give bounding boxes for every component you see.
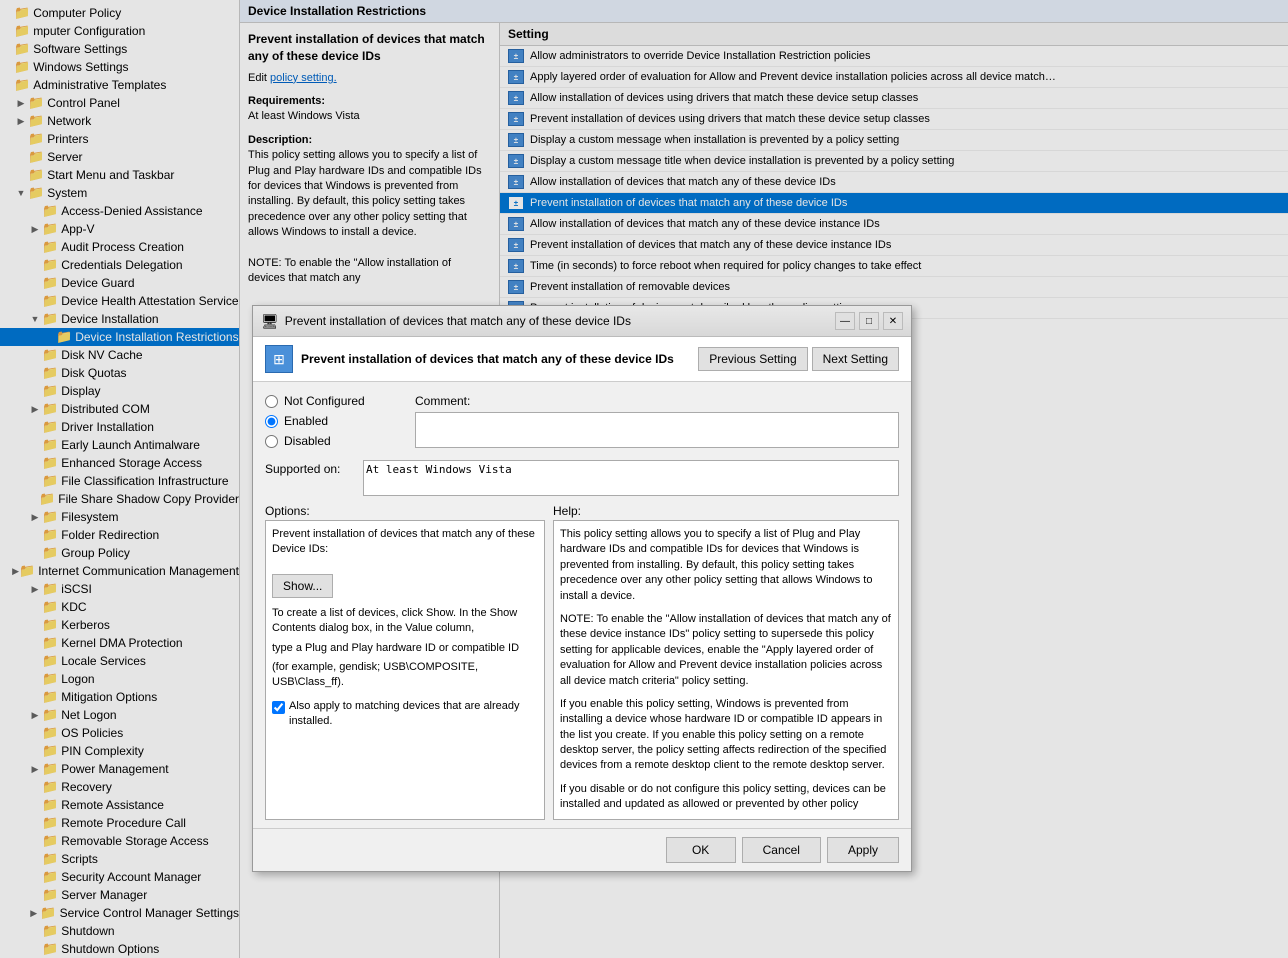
ok-btn[interactable]: OK xyxy=(666,837,736,863)
supported-section: Supported on: At least Windows Vista xyxy=(253,456,911,504)
radio-not-configured-label: Not Configured xyxy=(284,394,365,408)
modal-footer: OK Cancel Apply xyxy=(253,828,911,871)
options-text-2: To create a list of devices, click Show.… xyxy=(272,606,538,637)
modal-overlay: 🖥 Prevent installation of devices that m… xyxy=(0,0,1288,958)
options-panel: Prevent installation of devices that mat… xyxy=(265,520,545,820)
cancel-btn[interactable]: Cancel xyxy=(742,837,821,863)
modal-title-text: Prevent installation of devices that mat… xyxy=(285,314,631,328)
modal-policy-icon-symbol: ⊞ xyxy=(273,351,285,368)
comment-textarea[interactable] xyxy=(415,412,899,448)
help-text-1: This policy setting allows you to specif… xyxy=(560,527,892,604)
options-help-section: Prevent installation of devices that mat… xyxy=(253,520,911,828)
help-header: Help: xyxy=(553,504,899,518)
also-apply-checkbox[interactable] xyxy=(272,701,285,714)
help-text-3: If you enable this policy setting, Windo… xyxy=(560,697,892,774)
modal-title-icon: 🖥 xyxy=(261,313,279,330)
show-btn-wrapper: Show... xyxy=(272,566,538,598)
modal-policy-icon: ⊞ xyxy=(265,345,293,373)
checkbox-item: Also apply to matching devices that are … xyxy=(272,699,538,730)
checkbox-label: Also apply to matching devices that are … xyxy=(289,699,538,730)
radio-disabled[interactable]: Disabled xyxy=(265,434,395,448)
modal-maximize-btn[interactable]: □ xyxy=(859,312,879,330)
options-text-4: (for example, gendisk; USB\COMPOSITE, US… xyxy=(272,660,538,691)
modal-titlebar: 🖥 Prevent installation of devices that m… xyxy=(253,306,911,337)
previous-setting-btn[interactable]: Previous Setting xyxy=(698,347,807,371)
modal-title-left: 🖥 Prevent installation of devices that m… xyxy=(261,313,631,330)
modal-nav-buttons: Previous Setting Next Setting xyxy=(698,347,899,371)
options-help-headers: Options: Help: xyxy=(253,504,911,520)
help-text-4: If you disable or do not configure this … xyxy=(560,782,892,813)
apply-btn[interactable]: Apply xyxy=(827,837,899,863)
radio-enabled-label: Enabled xyxy=(284,414,328,428)
supported-textarea: At least Windows Vista xyxy=(363,460,899,496)
show-btn[interactable]: Show... xyxy=(272,574,333,598)
options-label: Options: xyxy=(265,504,310,518)
modal-radio-group: Not Configured Enabled Disabled xyxy=(265,394,395,448)
radio-not-configured-input[interactable] xyxy=(265,395,278,408)
comment-group: Comment: xyxy=(415,394,899,448)
next-setting-btn[interactable]: Next Setting xyxy=(812,347,899,371)
modal-minimize-btn[interactable]: ― xyxy=(835,312,855,330)
options-text-1: Prevent installation of devices that mat… xyxy=(272,527,538,558)
help-label: Help: xyxy=(553,504,581,518)
options-header: Options: xyxy=(265,504,545,518)
comment-label: Comment: xyxy=(415,394,899,408)
radio-not-configured[interactable]: Not Configured xyxy=(265,394,395,408)
help-panel: This policy setting allows you to specif… xyxy=(553,520,899,820)
options-text-3: type a Plug and Play hardware ID or comp… xyxy=(272,641,538,656)
modal-radio-section: Not Configured Enabled Disabled Comment: xyxy=(253,382,911,456)
radio-disabled-label: Disabled xyxy=(284,434,331,448)
help-text-2: NOTE: To enable the "Allow installation … xyxy=(560,612,892,689)
radio-enabled-input[interactable] xyxy=(265,415,278,428)
modal-win-controls: ― □ ✕ xyxy=(835,312,903,330)
radio-enabled[interactable]: Enabled xyxy=(265,414,395,428)
supported-label: Supported on: xyxy=(265,460,355,476)
modal-close-btn[interactable]: ✕ xyxy=(883,312,903,330)
modal-policy-title: Prevent installation of devices that mat… xyxy=(301,352,690,366)
radio-disabled-input[interactable] xyxy=(265,435,278,448)
modal-header-row: ⊞ Prevent installation of devices that m… xyxy=(253,337,911,382)
modal-dialog: 🖥 Prevent installation of devices that m… xyxy=(252,305,912,872)
